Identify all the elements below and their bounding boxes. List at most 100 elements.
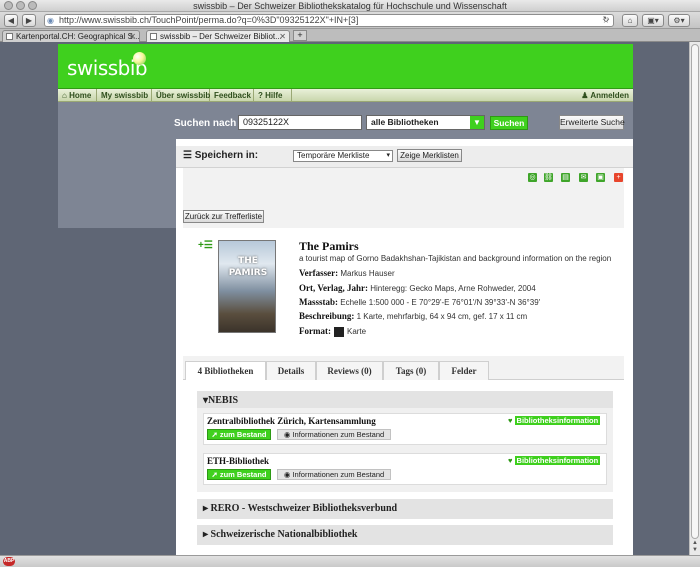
- group-name: NEBIS: [208, 395, 239, 406]
- library-info-label: Bibliotheksinformation: [514, 456, 601, 465]
- library-select[interactable]: alle Bibliotheken ▼: [366, 115, 485, 130]
- permalink-icon[interactable]: ⛓: [544, 173, 553, 182]
- save-icon[interactable]: ▣: [596, 173, 605, 182]
- print-icon[interactable]: ▤: [561, 173, 570, 182]
- field-format: Format: Karte: [299, 326, 366, 337]
- tab-details[interactable]: Details: [266, 361, 316, 380]
- tabs-menu-icon[interactable]: ▣▾: [642, 14, 664, 27]
- tab-bibliotheken[interactable]: 4 Bibliotheken: [185, 361, 266, 380]
- browser-toolbar: ◀ ▶ ◉ http://www.swissbib.ch/TouchPoint/…: [0, 12, 700, 29]
- new-tab-button[interactable]: +: [293, 30, 307, 41]
- address-text: http://www.swissbib.ch/TouchPoint/perma.…: [59, 15, 359, 25]
- stock-label: zum Bestand: [219, 470, 267, 479]
- browser-tabbar: Kartenportal.CH: Geographical S... ✕ swi…: [0, 29, 700, 42]
- save-label: ☰ Speichern in:: [183, 150, 258, 161]
- search-input[interactable]: 09325122X: [238, 115, 362, 130]
- reload-icon[interactable]: ↻: [600, 14, 612, 27]
- email-icon[interactable]: ✉: [579, 173, 588, 182]
- close-window-icon[interactable]: [4, 1, 13, 10]
- field-value: Markus Hauser: [340, 269, 395, 278]
- tab-swissbib[interactable]: swissbib – Der Schweizer Bibliot... ✕: [146, 30, 290, 42]
- advanced-search-button[interactable]: Erweiterte Suche: [559, 115, 625, 130]
- eye-icon: ◉: [283, 430, 291, 439]
- user-icon: ♟: [581, 91, 589, 100]
- rss-icon[interactable]: ◎: [528, 173, 537, 182]
- menu-hilfe[interactable]: ? Hilfe: [254, 89, 292, 102]
- menu-feedback[interactable]: Feedback: [210, 89, 254, 102]
- address-bar[interactable]: ◉ http://www.swissbib.ch/TouchPoint/perm…: [44, 14, 614, 27]
- field-value: Echelle 1:500 000 - E 70°29'-E 76°01'/N …: [340, 298, 541, 307]
- library-info-link[interactable]: ♥ Bibliotheksinformation: [508, 456, 601, 465]
- back-to-results-button[interactable]: Zurück zur Trefferliste: [183, 210, 264, 223]
- field-author: Verfasser: Markus Hauser: [299, 268, 395, 278]
- stock-button[interactable]: ➚ zum Bestand: [207, 429, 271, 440]
- tab-kartenportal[interactable]: Kartenportal.CH: Geographical S... ✕: [2, 30, 140, 42]
- close-tab-icon[interactable]: ✕: [279, 31, 286, 42]
- heart-icon: ♥: [508, 416, 513, 425]
- close-tab-icon[interactable]: ✕: [129, 31, 136, 42]
- tab-tags[interactable]: Tags (0): [383, 361, 439, 380]
- menu-label: Über swissbib: [156, 91, 211, 100]
- detail-tabs: 4 Bibliotheken Details Reviews (0) Tags …: [183, 361, 624, 380]
- login-link[interactable]: ♟ Anmelden: [581, 89, 629, 102]
- add-to-list-icon[interactable]: +☰: [198, 240, 213, 252]
- field-description: Beschreibung: 1 Karte, mehrfarbig, 64 x …: [299, 311, 527, 321]
- menu-home[interactable]: ⌂ Home: [58, 89, 97, 102]
- menu-ueber-swissbib[interactable]: Über swissbib: [152, 89, 210, 102]
- settings-gear-icon[interactable]: ⚙▾: [668, 14, 690, 27]
- back-arrow-icon[interactable]: ◀: [4, 14, 18, 27]
- save-label-text: Speichern in:: [194, 150, 259, 161]
- status-bar: ABP: [0, 555, 700, 567]
- field-value: Hinteregg: Gecko Maps, Arne Rohweder, 20…: [370, 284, 536, 293]
- vertical-scrollbar[interactable]: ▲ ▼: [689, 42, 700, 555]
- adblock-icon[interactable]: ABP: [3, 557, 15, 566]
- scroll-down-icon[interactable]: ▼: [692, 547, 698, 553]
- triangle-right-icon: ▸: [203, 503, 209, 514]
- login-label: Anmelden: [590, 91, 629, 100]
- sidebar-background: [58, 139, 176, 228]
- library-name: Zentralbibliothek Zürich, Kartensammlung: [207, 416, 376, 426]
- search-button[interactable]: Suchen: [490, 116, 528, 130]
- menu-my-swissbib[interactable]: My swissbib: [97, 89, 152, 102]
- field-label: Verfasser:: [299, 268, 339, 278]
- eye-icon: ◉: [283, 470, 291, 479]
- group-nationalbibliothek[interactable]: ▸ Schweizerische Nationalbibliothek: [197, 525, 613, 545]
- tab-label: Bibliotheken: [204, 366, 254, 376]
- globe-icon: ◉: [47, 16, 54, 25]
- chevron-down-icon[interactable]: ▼: [470, 116, 484, 129]
- home-icon[interactable]: ⌂: [622, 14, 638, 27]
- tab-label: swissbib – Der Schweizer Bibliot...: [160, 32, 282, 41]
- forward-arrow-icon[interactable]: ▶: [22, 14, 36, 27]
- window-controls[interactable]: [4, 1, 37, 10]
- main-menu: ⌂ Home My swissbib Über swissbib Feedbac…: [58, 88, 633, 102]
- menu-label: My swissbib: [101, 91, 149, 100]
- field-value: Karte: [346, 327, 367, 336]
- share-plus-icon[interactable]: +: [614, 173, 623, 182]
- group-rero[interactable]: ▸ RERO - Westschweizer Bibliotheksverbun…: [197, 499, 613, 519]
- menu-home-label: Home: [69, 91, 92, 100]
- arrow-icon: ➚: [211, 430, 218, 439]
- minimize-window-icon[interactable]: [16, 1, 25, 10]
- stock-info-button[interactable]: ◉ Informationen zum Bestand: [277, 469, 391, 480]
- show-lists-button[interactable]: Zeige Merklisten: [397, 149, 462, 162]
- cover-image[interactable]: THE PAMIRS: [218, 240, 276, 333]
- tab-felder[interactable]: Felder: [439, 361, 489, 380]
- library-select-value: alle Bibliotheken: [371, 117, 439, 127]
- save-list-select[interactable]: Temporäre Merkliste ▾: [293, 150, 393, 162]
- zoom-window-icon[interactable]: [28, 1, 37, 10]
- library-info-link[interactable]: ♥ Bibliotheksinformation: [508, 416, 601, 425]
- tab-reviews[interactable]: Reviews (0): [316, 361, 383, 380]
- stock-button[interactable]: ➚ zum Bestand: [207, 469, 271, 480]
- stock-info-button[interactable]: ◉ Informationen zum Bestand: [277, 429, 391, 440]
- triangle-right-icon: ▸: [203, 529, 209, 540]
- menu-label: Feedback: [214, 91, 251, 100]
- arrow-icon: ➚: [211, 470, 218, 479]
- menu-label: Hilfe: [265, 91, 283, 100]
- field-label: Massstab:: [299, 297, 339, 307]
- scroll-up-icon[interactable]: ▲: [692, 540, 698, 546]
- scrollbar-thumb[interactable]: [691, 44, 699, 539]
- library-info-label: Bibliotheksinformation: [514, 416, 601, 425]
- chevron-down-icon: ▾: [386, 152, 390, 159]
- heart-icon: ♥: [508, 456, 513, 465]
- field-imprint: Ort, Verlag, Jahr: Hinteregg: Gecko Maps…: [299, 283, 536, 293]
